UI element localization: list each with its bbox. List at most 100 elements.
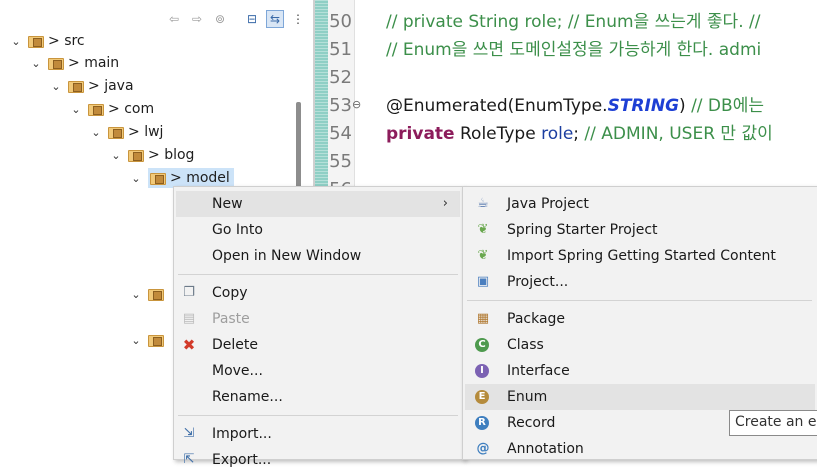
expand-chevron-icon[interactable]: ⌄ — [70, 99, 82, 121]
project-icon: ▣ — [476, 274, 490, 289]
submenu-item-interface[interactable]: I Interface — [465, 358, 815, 384]
enum-icon: E — [475, 390, 489, 404]
menu-separator — [178, 415, 458, 416]
tree-item-java[interactable]: ⌄ > java — [50, 75, 134, 98]
menu-item-label: Paste — [212, 311, 250, 327]
menu-item-move[interactable]: Move... — [176, 358, 460, 384]
explorer-scrollbar[interactable] — [296, 102, 301, 192]
tree-label: com — [124, 101, 155, 117]
annotation-icon: @ — [476, 441, 490, 456]
collapse-all-icon[interactable]: ⊟ — [244, 11, 260, 27]
link-with-editor-icon[interactable]: ⇆ — [266, 10, 284, 28]
menu-item-go-into[interactable]: Go Into — [176, 217, 460, 243]
tree-item-main[interactable]: ⌄ > main — [30, 52, 119, 74]
menu-item-label: Open in New Window — [212, 248, 362, 264]
fold-toggle-icon[interactable]: ⊖ — [352, 98, 361, 111]
menu-item-label: Import... — [212, 426, 272, 442]
expand-chevron-icon[interactable]: ⌄ — [130, 168, 142, 190]
code-line-53: @Enumerated(EnumType.STRING) // DB에는 — [386, 93, 764, 119]
tree-prefix: > — [170, 170, 182, 186]
copy-icon: ❐ — [183, 285, 195, 300]
tree-prefix: > — [108, 101, 120, 117]
expand-chevron-icon[interactable]: ⌄ — [30, 53, 42, 75]
menu-item-rename[interactable]: Rename... — [176, 384, 460, 410]
menu-item-paste[interactable]: ▤ Paste — [176, 306, 460, 332]
package-icon — [88, 102, 104, 116]
menu-item-label: Class — [507, 337, 544, 353]
menu-item-label: Move... — [212, 363, 263, 379]
tree-item-collapsed[interactable]: ⌄ — [130, 329, 168, 351]
package-icon — [108, 125, 124, 139]
constant-token: STRING — [607, 96, 680, 116]
tree-label: blog — [164, 147, 195, 163]
menu-item-label: Copy — [212, 285, 248, 301]
tree-item-collapsed[interactable]: ⌄ — [130, 283, 168, 305]
tree-prefix: > — [48, 33, 60, 49]
tree-prefix: > — [148, 147, 160, 163]
menu-item-label: Delete — [212, 337, 258, 353]
menu-item-label: Go Into — [212, 222, 263, 238]
forward-arrow-icon[interactable]: ⇨ — [189, 11, 205, 27]
interface-icon: I — [475, 364, 489, 378]
tree-item-src[interactable]: ⌄ > src — [10, 30, 84, 53]
keyword-token: private — [386, 124, 455, 144]
menu-item-label: Import Spring Getting Started Content — [507, 248, 776, 264]
menu-item-new[interactable]: New › — [176, 191, 460, 217]
tree-item-blog[interactable]: ⌄ > blog — [110, 144, 194, 166]
expand-chevron-icon[interactable]: ⌄ — [50, 76, 62, 98]
submenu-item-spring-starter-project[interactable]: ❦ Spring Starter Project — [465, 217, 815, 243]
submenu-item-class[interactable]: C Class — [465, 332, 815, 358]
expand-chevron-icon[interactable]: ⌄ — [110, 145, 122, 167]
submenu-item-package[interactable]: ▦ Package — [465, 306, 815, 332]
tooltip: Create an en — [729, 410, 817, 436]
expand-chevron-icon[interactable]: ⌄ — [130, 330, 142, 352]
menu-item-open-in-new-window[interactable]: Open in New Window — [176, 243, 460, 269]
menu-item-label: Export... — [212, 452, 272, 468]
menu-item-label: New — [212, 196, 243, 212]
paren-token: ) — [679, 96, 686, 116]
tree-label: model — [186, 170, 230, 186]
line-number: 52 — [329, 67, 352, 88]
package-icon — [148, 287, 164, 301]
type-token: RoleType — [454, 124, 542, 144]
menu-separator — [178, 274, 458, 275]
package-icon — [68, 79, 84, 93]
menu-separator — [467, 300, 812, 301]
tree-label: java — [104, 78, 134, 94]
submenu-item-import-spring-content[interactable]: ❦ Import Spring Getting Started Content — [465, 243, 815, 269]
submenu-item-project[interactable]: ▣ Project... — [465, 269, 815, 295]
view-menu-icon[interactable]: ⋮ — [290, 11, 306, 27]
annotation-token: @Enumerated — [386, 96, 508, 116]
submenu-item-annotation[interactable]: @ Annotation — [465, 436, 815, 462]
menu-item-copy[interactable]: ❐ Copy — [176, 280, 460, 306]
tree-prefix: > — [88, 78, 100, 94]
tree-label: lwj — [144, 124, 164, 140]
tree-item-com[interactable]: ⌄ > com — [70, 98, 154, 120]
menu-item-label: Java Project — [507, 196, 589, 212]
spring-starter-icon: ❦ — [477, 222, 489, 237]
comment-token: // ADMIN, USER 만 값이 — [579, 124, 773, 144]
expand-chevron-icon[interactable]: ⌄ — [90, 122, 102, 144]
menu-item-label: Interface — [507, 363, 570, 379]
menu-item-label: Package — [507, 311, 566, 327]
expand-chevron-icon[interactable]: ⌄ — [10, 31, 22, 53]
menu-item-delete[interactable]: ✖ Delete — [176, 332, 460, 358]
submenu-item-enum[interactable]: E Enum — [465, 384, 815, 410]
import-icon: ⇲ — [183, 426, 195, 441]
menu-item-label: Annotation — [507, 441, 584, 457]
tree-item-lwj[interactable]: ⌄ > lwj — [90, 121, 163, 143]
expand-chevron-icon[interactable]: ⌄ — [130, 284, 142, 306]
java-project-icon: ☕ — [477, 196, 489, 211]
field-token: role — [541, 124, 574, 144]
menu-item-import[interactable]: ⇲ Import... — [176, 421, 460, 447]
submenu-item-java-project[interactable]: ☕ Java Project — [465, 191, 815, 217]
back-arrow-icon[interactable]: ⇦ — [166, 11, 182, 27]
package-icon — [128, 148, 144, 162]
up-folder-icon[interactable]: ⊚ — [212, 11, 228, 27]
menu-item-export[interactable]: ⇱ Export... — [176, 447, 460, 473]
line-number: 51 — [329, 39, 352, 60]
spring-import-icon: ❦ — [477, 248, 489, 263]
submenu-arrow-icon: › — [442, 196, 448, 211]
comment-token: // DB에는 — [685, 96, 764, 116]
menu-item-label: Rename... — [212, 389, 283, 405]
